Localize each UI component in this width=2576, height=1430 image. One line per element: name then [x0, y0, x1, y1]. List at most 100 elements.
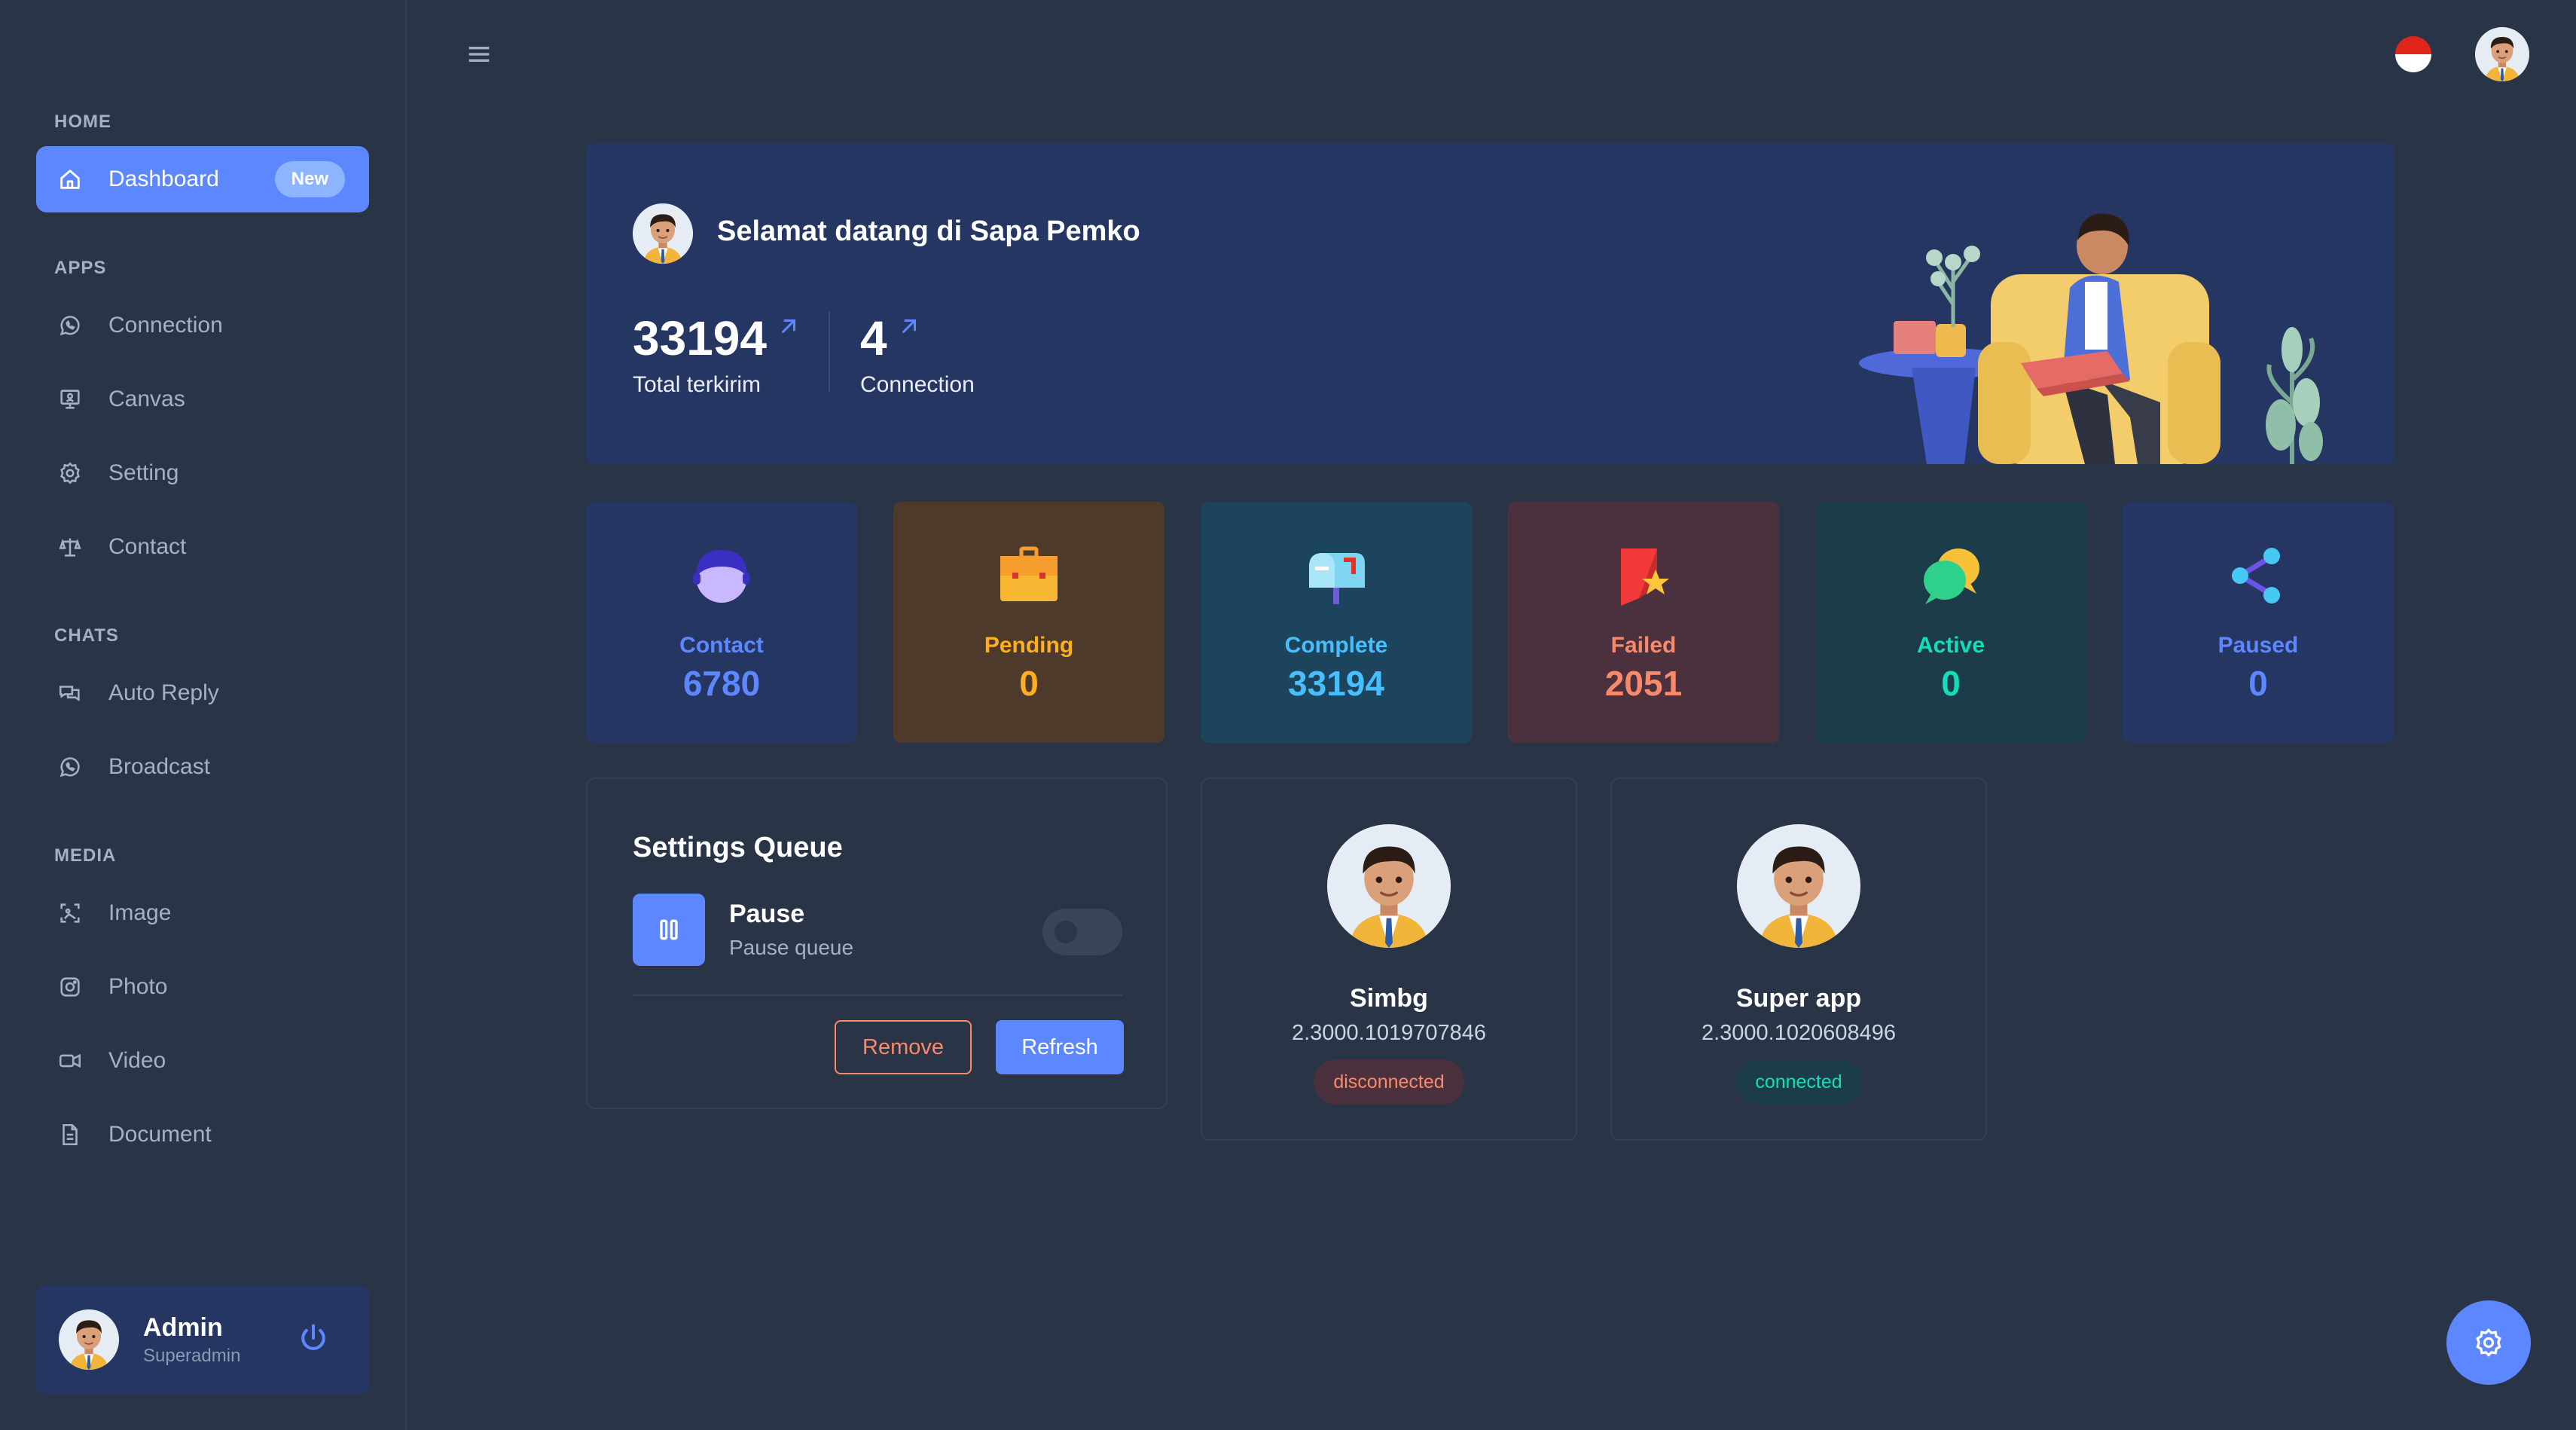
video-icon [56, 1047, 84, 1075]
sidebar-item-label: Dashboard [108, 167, 219, 191]
sidebar-item-connection[interactable]: Connection [36, 292, 369, 359]
stat-label: Complete [1284, 633, 1388, 658]
stat-card-pending[interactable]: Pending 0 [893, 502, 1164, 743]
stat-value: 2051 [1604, 664, 1683, 703]
sidebar-item-label: Broadcast [108, 754, 211, 779]
total-sent-value: 33194 [633, 310, 800, 366]
settings-queue-card: Settings Queue Pause Pause queue Remove … [586, 778, 1167, 1109]
new-badge: New [274, 161, 345, 197]
stat-label: Failed [1610, 633, 1677, 658]
stat-card-paused[interactable]: Paused 0 [2123, 502, 2394, 743]
hamburger-icon[interactable] [464, 39, 494, 69]
stat-card-failed[interactable]: Failed 2051 [1508, 502, 1779, 743]
sidebar-item-contact[interactable]: Contact [36, 514, 369, 580]
nav-caption-home: HOME [54, 112, 111, 132]
connection-count-label: Connection [860, 372, 975, 397]
nav-caption-apps: APPS [54, 258, 107, 278]
stat-value: 0 [1941, 664, 1961, 703]
remove-button[interactable]: Remove [835, 1020, 972, 1074]
sidebar-item-label: Image [108, 900, 172, 925]
total-sent-label: Total terkirim [633, 372, 762, 397]
avatar[interactable] [59, 1309, 119, 1370]
sidebar-item-broadcast[interactable]: Broadcast [36, 734, 369, 800]
sidebar-item-label: Document [108, 1122, 212, 1147]
sidebar-item-document[interactable]: Document [36, 1102, 369, 1168]
connection-name: Super app [1735, 984, 1862, 1013]
stat-value: 33194 [1288, 664, 1384, 703]
stat-value: 0 [1019, 664, 1039, 703]
status-badge: connected [1735, 1059, 1862, 1105]
profile-name: Admin [143, 1312, 223, 1342]
stat-value: 6780 [682, 664, 761, 703]
indonesia-flag-icon[interactable] [2395, 36, 2431, 72]
nav-caption-media: MEDIA [54, 845, 117, 866]
profile-role: Superadmin [143, 1345, 241, 1366]
queue-title: Settings Queue [633, 832, 843, 863]
app-window: HOME Dashboard New APPS Connection Canva… [0, 0, 2576, 1430]
sidebar-item-setting[interactable]: Setting [36, 440, 369, 506]
sidebar-item-label: Photo [108, 974, 168, 999]
sidebar-item-image[interactable]: Image [36, 880, 369, 946]
connection-name: Simbg [1350, 984, 1428, 1013]
logout-power-icon[interactable] [297, 1322, 330, 1355]
whatsapp-icon [56, 753, 84, 781]
stat-label: Contact [679, 633, 764, 658]
chat-bubbles-icon [56, 679, 84, 707]
arrow-up-right-icon [898, 315, 920, 338]
pause-icon [633, 894, 705, 966]
user-head-icon [693, 550, 750, 603]
nav-caption-chats: CHATS [54, 625, 119, 646]
favorite-flag-icon [1621, 548, 1669, 606]
avatar [633, 203, 693, 264]
connection-card[interactable]: Simbg 2.3000.1019707846 disconnected [1201, 778, 1577, 1141]
sidebar-item-dashboard[interactable]: Dashboard New [36, 146, 369, 212]
welcome-title: Selamat datang di Sapa Pemko [717, 215, 1140, 247]
avatar [1737, 824, 1860, 948]
stat-value: 0 [2248, 664, 2268, 703]
connection-card[interactable]: Super app 2.3000.1020608496 connected [1610, 778, 1987, 1141]
sidebar-item-label: Setting [108, 460, 179, 485]
sidebar-item-auto-reply[interactable]: Auto Reply [36, 660, 369, 726]
sidebar-item-label: Connection [108, 313, 223, 338]
document-icon [56, 1120, 84, 1149]
sidebar: HOME Dashboard New APPS Connection Canva… [0, 0, 407, 1430]
stat-card-contact[interactable]: Contact 6780 [586, 502, 857, 743]
welcome-illustration [1859, 213, 2323, 464]
scale-icon [56, 533, 84, 561]
instagram-icon [56, 973, 84, 1001]
pause-label: Pause [729, 900, 805, 928]
pause-description: Pause queue [729, 936, 854, 959]
arrow-up-right-icon [777, 315, 800, 338]
connection-number: 2.3000.1019707846 [1291, 1021, 1487, 1045]
connection-count-value: 4 [860, 310, 920, 366]
sidebar-item-label: Video [108, 1048, 166, 1073]
profile-card: Admin Superadmin [36, 1285, 369, 1394]
stat-card-active[interactable]: Active 0 [1815, 502, 2086, 743]
briefcase-icon [1000, 546, 1058, 601]
presentation-icon [56, 385, 84, 414]
whatsapp-icon [56, 311, 84, 340]
connection-number: 2.3000.1020608496 [1701, 1021, 1897, 1045]
sidebar-item-canvas[interactable]: Canvas [36, 366, 369, 432]
sidebar-item-label: Auto Reply [108, 680, 219, 705]
stat-card-complete[interactable]: Complete 33194 [1201, 502, 1472, 743]
stat-label: Pending [984, 633, 1074, 658]
pause-queue-toggle[interactable] [1042, 909, 1122, 955]
welcome-banner: Selamat datang di Sapa Pemko 33194 Total… [586, 143, 2395, 464]
gear-icon [2476, 1328, 2501, 1357]
sidebar-item-photo[interactable]: Photo [36, 954, 369, 1020]
user-avatar[interactable] [2475, 27, 2529, 81]
stat-label: Active [1916, 633, 1985, 658]
sidebar-item-label: Contact [108, 534, 187, 559]
divider [633, 995, 1122, 996]
stat-label: Paused [2217, 633, 2299, 658]
settings-fab[interactable] [2446, 1300, 2531, 1385]
divider [829, 312, 830, 392]
refresh-button[interactable]: Refresh [996, 1020, 1124, 1074]
mailbox-icon [1309, 553, 1365, 604]
image-scan-icon [56, 899, 84, 927]
home-icon [56, 165, 84, 194]
sidebar-item-label: Canvas [108, 387, 185, 411]
gear-icon [56, 459, 84, 487]
sidebar-item-video[interactable]: Video [36, 1028, 369, 1094]
